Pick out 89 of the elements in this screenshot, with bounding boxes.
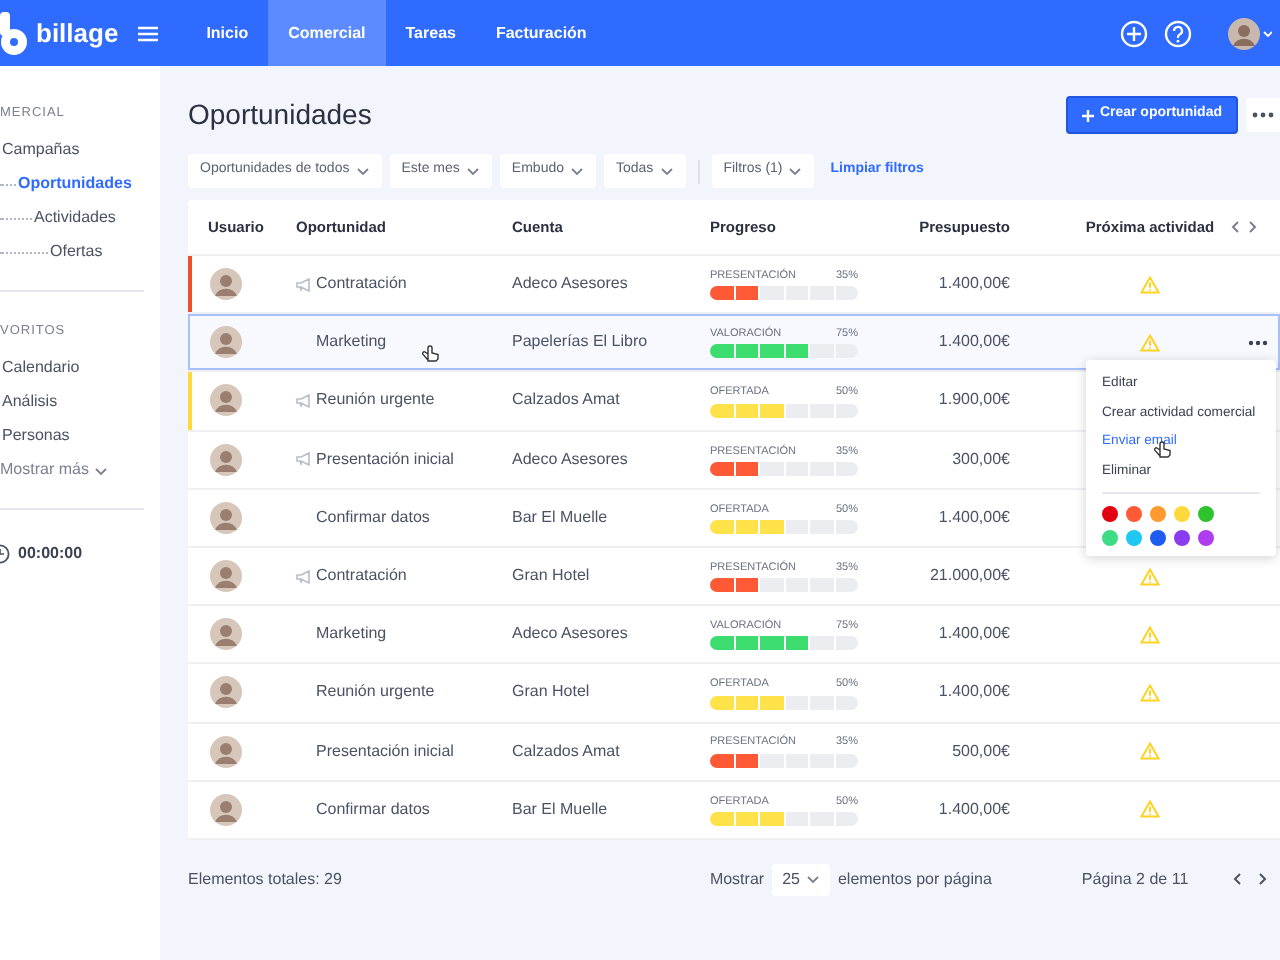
budget: 500,00€ [950, 739, 1010, 764]
page-title: Oportunidades [188, 96, 372, 134]
opportunity-name: Reunión urgente [316, 680, 435, 705]
chevron-right-icon[interactable] [1258, 872, 1268, 887]
sidebar-item[interactable]: Calendario [2, 351, 80, 385]
opportunity-name: Presentación inicial [316, 739, 454, 764]
chevron-down-icon [570, 166, 584, 176]
more-icon [1252, 112, 1274, 118]
page-size-select[interactable]: 25 [772, 863, 830, 896]
avatar [210, 793, 242, 826]
chevron-down-icon [355, 166, 370, 176]
nav-tab[interactable]: Inicio [186, 0, 269, 66]
chevron-down-icon [788, 166, 803, 176]
account-name: Gran Hotel [512, 564, 592, 589]
nav-tab[interactable]: Tareas [385, 0, 476, 66]
account-name: Bar El Muelle [512, 505, 610, 530]
avatar [210, 326, 242, 359]
timer: 00:00:00 [18, 541, 83, 565]
avatar [210, 443, 242, 476]
budget: 1.400,00€ [936, 272, 1010, 297]
avatar [210, 268, 242, 301]
chevron-left-icon[interactable] [1230, 220, 1240, 234]
sidebar-item[interactable]: Actividades [34, 201, 116, 236]
color-swatch[interactable] [1198, 529, 1214, 545]
user-avatar[interactable] [1228, 17, 1272, 49]
avatar [210, 501, 242, 534]
page-info: Página 2 de 11 [1081, 867, 1189, 892]
avatar [210, 384, 242, 417]
sidebar-item[interactable]: Personas [2, 419, 70, 453]
opportunity-name: Confirmar datos [316, 505, 430, 530]
color-swatch[interactable] [1102, 529, 1118, 545]
show-label: Mostrar [709, 867, 765, 892]
opportunity-name: Confirmar datos [316, 797, 430, 822]
account-name: Papelerías El Libro [512, 330, 650, 355]
color-swatch[interactable] [1126, 529, 1142, 545]
budget: 1.400,00€ [936, 797, 1010, 822]
hand-cursor-icon [422, 342, 440, 363]
per-page-label: elementos por página [837, 867, 992, 892]
budget: 1.400,00€ [936, 680, 1010, 705]
opportunity-name: Reunión urgente [316, 388, 435, 413]
color-swatch[interactable] [1126, 505, 1142, 521]
chevron-left-icon[interactable] [1232, 872, 1242, 887]
sidebar-item[interactable]: Campañas [2, 133, 80, 168]
budget: 300,00€ [950, 447, 1010, 472]
color-swatch[interactable] [1174, 529, 1190, 545]
account-name: Adeco Asesores [512, 447, 630, 472]
more-button[interactable] [1246, 98, 1280, 132]
account-name: Gran Hotel [512, 680, 592, 705]
color-swatch[interactable] [1174, 505, 1190, 521]
total-count: Elementos totales: 29 [188, 867, 342, 892]
budget: 1.900,00€ [936, 388, 1010, 413]
plus-icon [1081, 109, 1094, 121]
opportunity-name: Presentación inicial [316, 447, 454, 472]
chevron-down-icon [94, 465, 109, 475]
color-swatch[interactable] [1150, 529, 1166, 545]
account-name: Adeco Asesores [512, 272, 630, 297]
nav-tab[interactable]: Facturación [475, 0, 607, 66]
sidebar-item[interactable]: Oportunidades [18, 167, 132, 202]
avatar [210, 618, 242, 651]
menu-icon[interactable] [138, 25, 159, 41]
sidebar-item[interactable]: Ofertas [50, 235, 103, 270]
budget: 21.000,00€ [927, 564, 1010, 589]
avatar [210, 560, 242, 593]
show-more-link[interactable]: Mostrar más [0, 458, 89, 482]
add-icon[interactable] [1120, 19, 1148, 47]
chevron-down-icon [805, 874, 820, 885]
chevron-down-icon [659, 166, 674, 176]
chevron-down-icon [465, 166, 480, 176]
budget: 1.400,00€ [936, 330, 1010, 355]
more-icon[interactable] [1248, 339, 1268, 346]
color-swatch[interactable] [1150, 505, 1166, 521]
sidebar-item[interactable]: Análisis [2, 385, 58, 419]
account-name: Calzados Amat [512, 739, 622, 764]
help-icon[interactable] [1164, 19, 1192, 47]
budget: 1.400,00€ [936, 622, 1010, 647]
avatar [210, 735, 242, 768]
budget: 1.400,00€ [936, 505, 1010, 530]
account-name: Calzados Amat [512, 388, 622, 413]
account-name: Bar El Muelle [512, 797, 610, 822]
avatar [210, 676, 242, 709]
color-swatch[interactable] [1198, 505, 1214, 521]
chevron-right-icon[interactable] [1248, 220, 1258, 234]
opportunity-name: Marketing [316, 622, 387, 647]
brand-name: billage [36, 15, 119, 52]
account-name: Adeco Asesores [512, 622, 630, 647]
opportunity-name: Contratación [316, 272, 407, 297]
opportunity-name: Contratación [316, 564, 407, 589]
opportunity-name: Marketing [316, 330, 387, 355]
color-swatch[interactable] [1102, 505, 1118, 521]
